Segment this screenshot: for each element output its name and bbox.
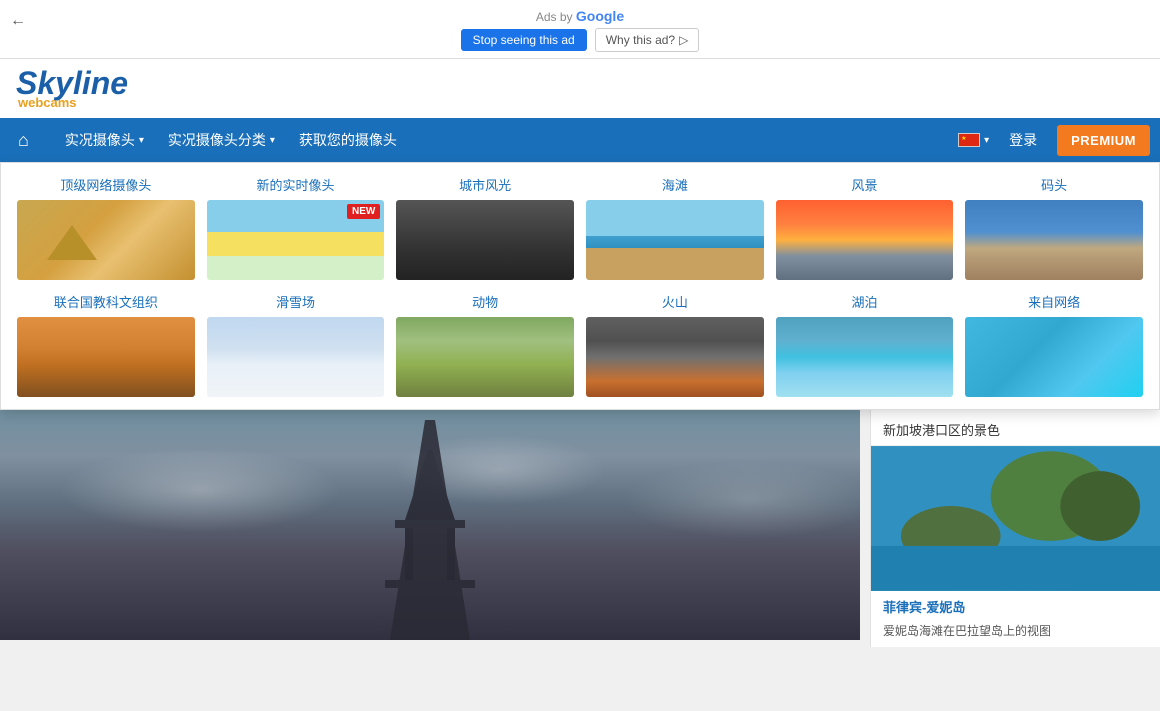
eiffel-background (0, 410, 860, 640)
home-button[interactable]: ⌂ (10, 120, 37, 161)
category-item-web[interactable]: 来自网络 (965, 292, 1143, 397)
flag-chevron-icon: ▾ (984, 135, 989, 146)
play-icon: ▷ (679, 33, 688, 47)
flag-icon (958, 133, 980, 147)
category-label: 动物 (396, 292, 574, 311)
back-button[interactable]: ← (10, 12, 26, 30)
ad-bar: ← Ads by Google Stop seeing this ad Why … (0, 0, 1160, 59)
category-item-beach[interactable]: 海滩 (586, 175, 764, 280)
header: Skyline webcams (0, 59, 1160, 118)
stop-ad-button[interactable]: Stop seeing this ad (461, 29, 587, 51)
login-button[interactable]: 登录 (997, 122, 1049, 158)
category-item-ski[interactable]: 滑雪场 (207, 292, 385, 397)
category-image (965, 317, 1143, 397)
category-item-city[interactable]: 城市风光 (396, 175, 574, 280)
sidebar-location: 新加坡港口区的景色 (871, 410, 1160, 446)
navbar: ⌂ 实况摄像头 ▾ 实况摄像头分类 ▾ 获取您的摄像头 ▾ 登录 PREMIUM (0, 118, 1160, 162)
sidebar-thumbnail[interactable] (871, 446, 1160, 591)
category-item-harbor[interactable]: 码头 (965, 175, 1143, 280)
main-content: 新加坡港口区的景色 菲律宾-爱妮岛 爱妮岛海滩在巴拉望岛上的视图 (0, 410, 1160, 647)
ad-title: Ads by Google (0, 8, 1160, 24)
why-ad-button[interactable]: Why this ad? ▷ (595, 28, 700, 52)
chevron-down-icon: ▾ (139, 135, 144, 146)
category-label: 来自网络 (965, 292, 1143, 311)
category-image (586, 317, 764, 397)
nav-item-categories[interactable]: 实况摄像头分类 ▾ (156, 118, 287, 162)
category-item-unesco[interactable]: 联合国教科文组织 (17, 292, 195, 397)
google-brand: Google (576, 8, 624, 24)
category-image (17, 200, 195, 280)
category-item-animals[interactable]: 动物 (396, 292, 574, 397)
language-selector[interactable]: ▾ (950, 125, 997, 155)
nav-label-webcams: 实况摄像头 (65, 130, 135, 150)
category-label: 湖泊 (776, 292, 954, 311)
ad-buttons: Stop seeing this ad Why this ad? ▷ (0, 28, 1160, 52)
nav-label-submit: 获取您的摄像头 (299, 130, 397, 150)
category-label: 滑雪场 (207, 292, 385, 311)
category-item-top[interactable]: 顶级网络摄像头 (17, 175, 195, 280)
premium-button[interactable]: PREMIUM (1057, 125, 1150, 156)
nav-item-webcams[interactable]: 实况摄像头 ▾ (53, 118, 156, 162)
category-image (17, 317, 195, 397)
category-dropdown: 顶级网络摄像头 新的实时像头 NEW 城市风光 海滩 风景 码头 联合国教科文组… (0, 162, 1160, 410)
eiffel-tower-svg (350, 420, 510, 640)
category-item-volcano[interactable]: 火山 (586, 292, 764, 397)
category-label: 风景 (776, 175, 954, 194)
sidebar: 新加坡港口区的景色 菲律宾-爱妮岛 爱妮岛海滩在巴拉望岛上的视图 (870, 410, 1160, 647)
nav-item-submit[interactable]: 获取您的摄像头 (287, 118, 409, 162)
category-label: 火山 (586, 292, 764, 311)
category-item-new[interactable]: 新的实时像头 NEW (207, 175, 385, 280)
category-image (396, 317, 574, 397)
logo[interactable]: Skyline webcams (16, 67, 128, 110)
new-badge: NEW (347, 204, 380, 219)
category-image (776, 317, 954, 397)
category-label: 码头 (965, 175, 1143, 194)
nav-label-categories: 实况摄像头分类 (168, 130, 266, 150)
category-label: 顶级网络摄像头 (17, 175, 195, 194)
sidebar-image-sub: 爱妮岛海滩在巴拉望岛上的视图 (871, 622, 1160, 647)
why-ad-label: Why this ad? (606, 33, 675, 47)
category-label: 新的实时像头 (207, 175, 385, 194)
category-item-scenery[interactable]: 风景 (776, 175, 954, 280)
category-item-lake[interactable]: 湖泊 (776, 292, 954, 397)
main-camera-view (0, 410, 870, 647)
category-image (586, 200, 764, 280)
sidebar-image-label[interactable]: 菲律宾-爱妮岛 (871, 591, 1160, 622)
category-label: 城市风光 (396, 175, 574, 194)
chevron-down-icon: ▾ (270, 135, 275, 146)
sidebar-thumbnail-img (871, 446, 1160, 591)
category-image (776, 200, 954, 280)
category-label: 联合国教科文组织 (17, 292, 195, 311)
category-image (396, 200, 574, 280)
category-image (207, 317, 385, 397)
category-label: 海滩 (586, 175, 764, 194)
category-image (965, 200, 1143, 280)
